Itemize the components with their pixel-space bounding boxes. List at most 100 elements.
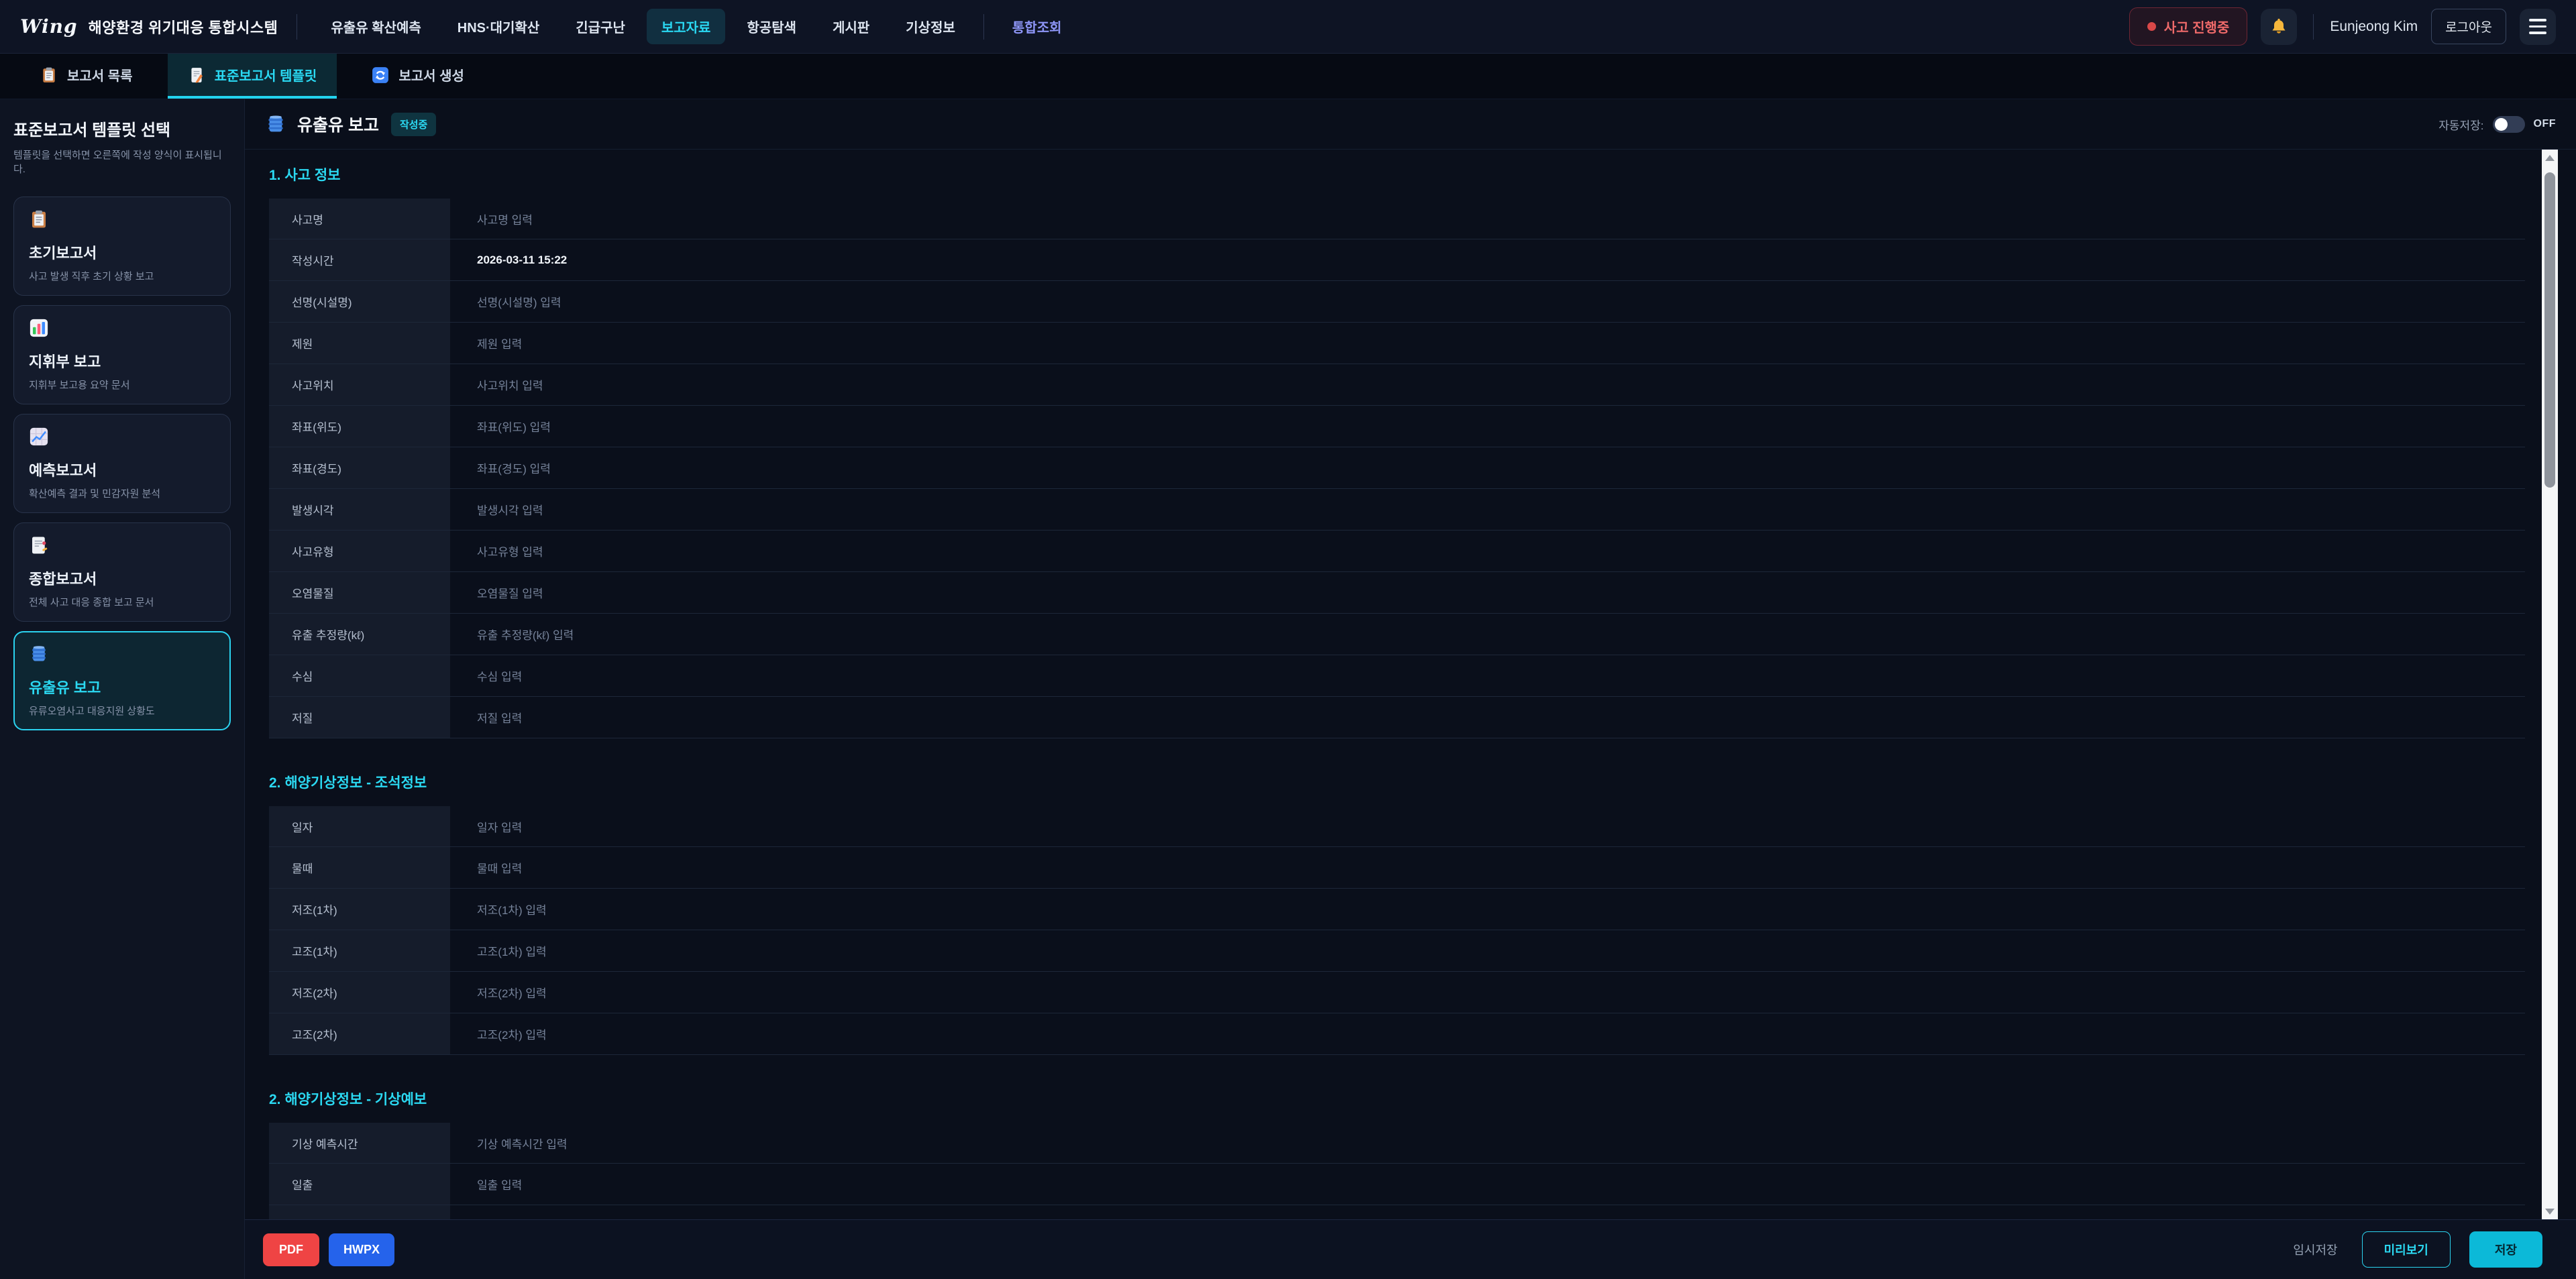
section-title: 2. 해양기상정보 - 조석정보 [269,772,2525,792]
form-row: 선명(시설명)선명(시설명) 입력 [269,281,2525,323]
tab-report-generation[interactable]: 보고서 생성 [352,54,484,99]
template-card-command-report[interactable]: 지휘부 보고 지휘부 보고용 요약 문서 [13,305,231,404]
form-row: 저질저질 입력 [269,697,2525,738]
field-label: 일몰 [269,1205,450,1219]
wing-logo: Wing [20,15,78,38]
sidebar-subtitle: 템플릿을 선택하면 오른쪽에 작성 양식이 표시됩니다. [13,148,231,176]
nav-item-oil-spill-prediction[interactable]: 유출유 확산예측 [316,9,435,44]
form-row: 일몰일몰 입력 [269,1205,2525,1219]
section-weather-forecast: 2. 해양기상정보 - 기상예보 기상 예측시간기상 예측시간 입력 일출일출 … [269,1089,2525,1219]
field-value[interactable]: 사고명 입력 [450,199,2525,239]
scroll-down-arrow[interactable] [2542,1203,2558,1219]
notifications-button[interactable] [2261,9,2297,45]
export-pdf-button[interactable]: PDF [263,1233,319,1266]
incident-info-table: 사고명사고명 입력 작성시간2026-03-11 15:22 선명(시설명)선명… [269,198,2525,738]
field-label: 고조(1차) [269,930,450,971]
field-value[interactable]: 2026-03-11 15:22 [450,239,2525,280]
document-icon [29,535,49,555]
report-tabbar: 보고서 목록 표준보고서 템플릿 보고서 생성 [0,54,2576,99]
weather-forecast-table: 기상 예측시간기상 예측시간 입력 일출일출 입력 일몰일몰 입력 [269,1122,2525,1219]
logout-button[interactable]: 로그아웃 [2431,9,2506,44]
template-card-title: 종합보고서 [29,567,215,589]
field-value[interactable]: 좌표(경도) 입력 [450,447,2525,488]
field-label: 좌표(경도) [269,447,450,488]
field-value[interactable]: 일출 입력 [450,1164,2525,1205]
template-card-title: 예측보고서 [29,459,215,480]
vertical-scrollbar[interactable] [2542,150,2558,1219]
form-row: 일자일자 입력 [269,805,2525,847]
app-title: 해양환경 위기대응 통합시스템 [89,16,278,38]
field-value[interactable]: 제원 입력 [450,323,2525,364]
field-value[interactable]: 저질 입력 [450,697,2525,738]
oil-drum-icon [29,644,49,664]
field-value[interactable]: 사고유형 입력 [450,531,2525,571]
field-value[interactable]: 고조(2차) 입력 [450,1013,2525,1054]
form-row: 오염물질오염물질 입력 [269,572,2525,614]
clipboard-icon [40,66,58,84]
field-label: 오염물질 [269,572,450,613]
save-button[interactable]: 저장 [2469,1231,2542,1268]
field-value[interactable]: 물때 입력 [450,847,2525,888]
field-label: 저조(2차) [269,972,450,1013]
field-value[interactable]: 수심 입력 [450,655,2525,696]
autosave-toggle[interactable] [2493,116,2525,133]
incident-badge-label: 사고 진행중 [2164,17,2230,36]
workspace: 표준보고서 템플릿 선택 템플릿을 선택하면 오른쪽에 작성 양식이 표시됩니다… [0,99,2576,1279]
tab-report-list[interactable]: 보고서 목록 [20,54,153,99]
autosave-control: 자동저장: OFF [2438,116,2556,133]
field-label: 일출 [269,1164,450,1205]
tab-standard-report-template[interactable]: 표준보고서 템플릿 [168,54,337,99]
nav-item-reports[interactable]: 보고자료 [647,9,726,44]
field-value[interactable]: 저조(1차) 입력 [450,889,2525,930]
nav-item-integrated-search[interactable]: 통합조회 [998,9,1077,44]
form-row: 수심수심 입력 [269,655,2525,697]
field-value[interactable]: 고조(1차) 입력 [450,930,2525,971]
template-card-oil-spill-report[interactable]: 유출유 보고 유류오염사고 대응지원 상황도 [13,631,231,730]
temp-save-button[interactable]: 임시저장 [2288,1233,2343,1266]
nav-item-board[interactable]: 게시판 [818,9,884,44]
nav-item-weather-info[interactable]: 기상정보 [891,9,970,44]
field-value[interactable]: 사고위치 입력 [450,364,2525,405]
status-badge: 작성중 [391,113,436,136]
template-card-title: 유출유 보고 [29,676,215,698]
top-navigation-bar: Wing 해양환경 위기대응 통합시스템 유출유 확산예측 HNS·대기확산 긴… [0,0,2576,54]
report-header: 유출유 보고 작성중 자동저장: OFF [245,99,2576,150]
field-value[interactable]: 좌표(위도) 입력 [450,406,2525,447]
field-value[interactable]: 유출 추정량(kℓ) 입력 [450,614,2525,655]
field-value[interactable]: 저조(2차) 입력 [450,972,2525,1013]
template-card-comprehensive-report[interactable]: 종합보고서 전체 사고 대응 종합 보고 문서 [13,522,231,622]
form-row: 사고위치사고위치 입력 [269,364,2525,406]
trend-chart-icon [29,427,49,447]
field-value[interactable]: 오염물질 입력 [450,572,2525,613]
form-row: 사고명사고명 입력 [269,198,2525,239]
incident-in-progress-badge[interactable]: 사고 진행중 [2129,7,2248,46]
scroll-up-arrow[interactable] [2542,150,2558,166]
field-label: 선명(시설명) [269,281,450,322]
field-value[interactable]: 일자 입력 [450,806,2525,846]
section-title: 2. 해양기상정보 - 기상예보 [269,1089,2525,1109]
form-row: 고조(1차)고조(1차) 입력 [269,930,2525,972]
field-value[interactable]: 기상 예측시간 입력 [450,1123,2525,1163]
report-form-scroll-area[interactable]: 1. 사고 정보 사고명사고명 입력 작성시간2026-03-11 15:22 … [245,150,2576,1219]
bar-chart-icon [29,318,49,338]
field-value[interactable]: 일몰 입력 [450,1205,2525,1219]
field-label: 사고위치 [269,364,450,405]
field-label: 좌표(위도) [269,406,450,447]
nav-item-aerial-search[interactable]: 항공탐색 [732,9,811,44]
field-value[interactable]: 선명(시설명) 입력 [450,281,2525,322]
sidebar-title: 표준보고서 템플릿 선택 [13,117,231,140]
nav-item-emergency-rescue[interactable]: 긴급구난 [561,9,640,44]
export-hwpx-button[interactable]: HWPX [329,1233,394,1266]
autosave-label: 자동저장: [2438,116,2483,133]
scrollbar-thumb[interactable] [2544,172,2555,488]
nav-item-hns-air-diffusion[interactable]: HNS·대기확산 [443,9,555,44]
template-card-prediction-report[interactable]: 예측보고서 확산예측 결과 및 민감자원 분석 [13,414,231,513]
field-value[interactable]: 발생시각 입력 [450,489,2525,530]
form-row: 작성시간2026-03-11 15:22 [269,239,2525,281]
menu-button[interactable] [2520,9,2556,45]
footer-actions: 임시저장 미리보기 저장 [2288,1231,2542,1268]
preview-button[interactable]: 미리보기 [2362,1231,2451,1268]
hamburger-icon [2529,19,2546,34]
divider [983,14,984,40]
template-card-initial-report[interactable]: 초기보고서 사고 발생 직후 초기 상황 보고 [13,197,231,296]
